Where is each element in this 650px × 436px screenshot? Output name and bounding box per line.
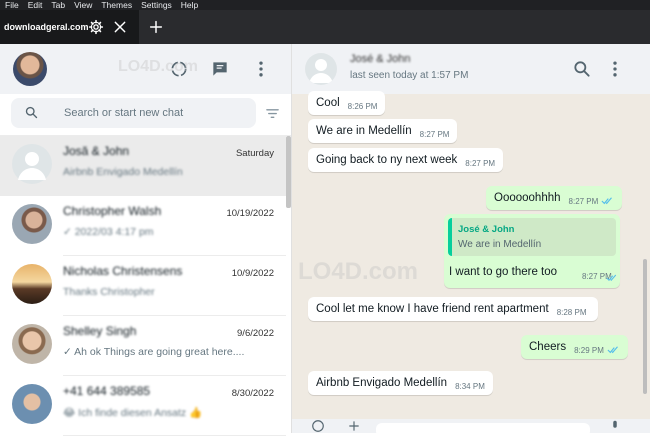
- read-ticks-icon: [601, 197, 613, 205]
- chat-date: 10/19/2022: [226, 208, 274, 219]
- search-placeholder: Search or start new chat: [64, 107, 184, 119]
- message-outgoing-reply: José & John We are in Medellín I want to…: [444, 214, 620, 288]
- menu-view[interactable]: View: [74, 0, 92, 10]
- chat-date: 10/9/2022: [231, 268, 274, 279]
- watermark: LO4D.com: [118, 58, 199, 75]
- conversation-panel: José & John last seen today at 1:57 PM C…: [292, 44, 650, 433]
- chat-name: +41 644 389585: [63, 384, 151, 398]
- message-time: 8:27 PM: [568, 196, 599, 206]
- search-icon: [25, 106, 38, 119]
- message-text: Cool let me know I have friend rent apar…: [316, 303, 549, 315]
- message-outgoing: Oooooohhhh 8:27 PM: [486, 186, 623, 210]
- quoted-text: We are in Medellín: [458, 239, 542, 250]
- message-time: 8:28 PM: [556, 307, 587, 317]
- avatar: [12, 324, 52, 364]
- tab-title: downloadgeral.com: [4, 22, 89, 32]
- scrollbar[interactable]: [286, 136, 291, 208]
- message-text: Going back to ny next week: [316, 154, 458, 166]
- search-input[interactable]: Search or start new chat: [11, 98, 256, 128]
- message-input[interactable]: [376, 423, 590, 433]
- watermark: LO4D.com: [298, 258, 419, 285]
- message-incoming: We are in Medellín 8:27 PM: [308, 119, 458, 143]
- attach-icon[interactable]: [346, 419, 362, 433]
- menu-icon[interactable]: [605, 59, 625, 79]
- message-time: 8:26 PM: [347, 101, 378, 111]
- plus-icon[interactable]: [148, 19, 164, 35]
- chat-date: Saturday: [235, 148, 274, 159]
- message-text: I want to go there too: [449, 266, 558, 278]
- menu-edit[interactable]: Edit: [28, 0, 43, 10]
- chat-list-panel: LO4D.com Search or start new chat Josă &…: [0, 44, 292, 436]
- message-incoming: Cool 8:26 PM: [308, 91, 386, 115]
- chat-name: Shelley Singh: [63, 324, 137, 338]
- read-ticks-icon: [606, 274, 617, 282]
- menu-help[interactable]: Help: [181, 0, 198, 10]
- contact-avatar[interactable]: [305, 53, 337, 85]
- message-text: Cool: [316, 97, 340, 109]
- menu-icon[interactable]: [251, 59, 271, 79]
- gear-icon[interactable]: [88, 19, 104, 35]
- chat-item[interactable]: +41 644 389585 8/30/2022 😂 Ich finde die…: [0, 376, 286, 436]
- message-incoming: Cool let me know I have friend rent apar…: [308, 297, 598, 321]
- message-text: Airbnb Envigado Medellín: [316, 377, 448, 389]
- chat-item[interactable]: Nicholas Christensens 10/9/2022 Thanks C…: [0, 256, 286, 316]
- chat-item[interactable]: Josă & John Saturday Airbnb Envigado Med…: [0, 136, 286, 196]
- chat-preview: 😂 Ich finde diesen Ansatz 👍: [63, 407, 203, 419]
- search-icon[interactable]: [572, 59, 592, 79]
- menu-settings[interactable]: Settings: [141, 0, 172, 10]
- read-ticks-icon: [607, 346, 618, 354]
- chat-list: Josă & John Saturday Airbnb Envigado Med…: [0, 136, 291, 436]
- menu-themes[interactable]: Themes: [101, 0, 132, 10]
- message-time: 8:29 PM: [574, 345, 604, 355]
- avatar: [12, 204, 52, 244]
- chat-date: 8/30/2022: [231, 388, 274, 399]
- left-header: LO4D.com: [0, 44, 291, 94]
- quoted-name: José & John: [458, 224, 515, 235]
- avatar: [12, 384, 52, 424]
- filter-icon[interactable]: [265, 106, 280, 121]
- emoji-icon[interactable]: [310, 419, 326, 433]
- message-incoming: Going back to ny next week 8:27 PM: [308, 148, 504, 172]
- my-avatar[interactable]: [13, 52, 47, 86]
- last-seen-status: last seen today at 1:57 PM: [350, 70, 469, 81]
- message-time: 8:27 PM: [419, 129, 450, 139]
- chat-name: Nicholas Christensens: [63, 264, 183, 278]
- chat-item[interactable]: Shelley Singh 9/6/2022 ✓ Ah ok Things ar…: [0, 316, 286, 376]
- message-time: 8:34 PM: [455, 381, 485, 391]
- chat-preview: ✓ Ah ok Things are going great here....: [63, 346, 245, 358]
- chat-preview: Thanks Christopher: [63, 286, 155, 298]
- menu-tab[interactable]: Tab: [51, 0, 65, 10]
- conversation-header[interactable]: José & John last seen today at 1:57 PM: [292, 44, 650, 94]
- chat-preview: Airbnb Envigado Medellín: [63, 166, 183, 178]
- chat-item[interactable]: Christopher Walsh 10/19/2022 ✓ 2022/03 4…: [0, 196, 286, 256]
- message-outgoing: Cheers 8:29 PM: [521, 335, 628, 359]
- avatar: [12, 264, 52, 304]
- message-text: Oooooohhhh: [494, 192, 561, 204]
- message-incoming: Airbnb Envigado Medellín 8:34 PM: [308, 371, 493, 395]
- search-area: Search or start new chat: [0, 94, 291, 136]
- menu-bar: File Edit Tab View Themes Settings Help: [0, 0, 650, 10]
- scrollbar[interactable]: [643, 259, 647, 394]
- quoted-message[interactable]: José & John We are in Medellín: [448, 218, 616, 256]
- compose-bar: [292, 419, 650, 433]
- chat-name: Josă & John: [63, 144, 130, 158]
- message-text: Cheers: [529, 341, 567, 353]
- message-text: We are in Medellín: [316, 125, 412, 137]
- close-icon[interactable]: [112, 19, 128, 35]
- new-chat-icon[interactable]: [210, 59, 230, 79]
- chat-preview: ✓ 2022/03 4:17 pm: [63, 226, 154, 238]
- chat-date: 9/6/2022: [237, 328, 274, 339]
- microphone-icon[interactable]: [608, 419, 622, 433]
- default-avatar-icon: [12, 144, 52, 184]
- chat-name: Christopher Walsh: [63, 204, 162, 218]
- tab-bar: downloadgeral.com: [0, 10, 650, 44]
- menu-file[interactable]: File: [5, 0, 19, 10]
- message-time: 8:27 PM: [465, 158, 496, 168]
- contact-name: José & John: [350, 53, 411, 65]
